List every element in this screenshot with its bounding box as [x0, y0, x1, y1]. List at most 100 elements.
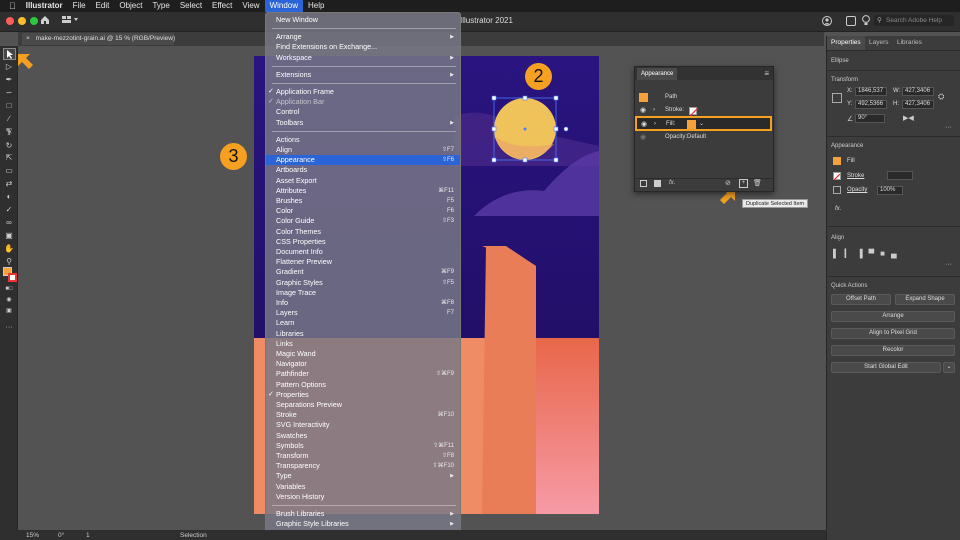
window-menu-item-layers[interactable]: Layers F7 — [266, 308, 460, 318]
artboard-number[interactable]: 1 — [86, 532, 90, 539]
expand-chevron-icon[interactable]: › — [654, 118, 656, 131]
start-global-edit-button[interactable]: Start Global Edit — [831, 362, 941, 373]
opacity-label[interactable]: Opacity — [847, 187, 867, 193]
stroke-label[interactable]: Stroke — [847, 173, 864, 179]
window-menu-item-info[interactable]: Info ⌘F8 — [266, 298, 460, 308]
window-menu-item-transparency[interactable]: Transparency ⇧⌘F10 — [266, 461, 460, 471]
fill-color-swatch[interactable] — [687, 120, 696, 129]
add-new-fill-icon[interactable] — [654, 180, 661, 187]
reference-point-icon[interactable] — [832, 93, 842, 103]
chevron-down-icon[interactable]: ⌄ — [699, 118, 704, 131]
user-icon[interactable] — [822, 16, 832, 26]
appearance-path-row[interactable]: Path — [635, 91, 773, 104]
align-icons-row[interactable]: ▌▎▐▀■▄ — [833, 249, 903, 258]
close-tab-icon[interactable]: × — [26, 35, 30, 42]
recolor-button[interactable]: Recolor — [831, 345, 955, 356]
workspace-layout-icon[interactable] — [62, 16, 78, 24]
menu-view[interactable]: View — [237, 0, 264, 12]
menu-illustrator[interactable]: Illustrator — [21, 0, 68, 12]
h-field[interactable]: 427,3406 — [902, 100, 934, 109]
tab-libraries[interactable]: Libraries — [893, 36, 926, 50]
window-menu-item-magic-wand[interactable]: Magic Wand — [266, 349, 460, 359]
stroke-weight-field[interactable] — [887, 171, 913, 180]
add-effect-fx[interactable]: fx. — [669, 180, 675, 186]
w-field[interactable]: 427,3406 — [902, 87, 934, 96]
drawing-mode-icon[interactable]: ◉ — [4, 296, 14, 305]
window-menu-item-stroke[interactable]: Stroke ⌘F10 — [266, 410, 460, 420]
window-menu-item-actions[interactable]: Actions — [266, 135, 460, 145]
menu-file[interactable]: File — [68, 0, 91, 12]
bbox-handle[interactable] — [522, 95, 528, 101]
flip-horizontal-icon[interactable]: ▶◀ — [903, 114, 914, 122]
eraser-tool[interactable]: ▭ — [4, 166, 14, 175]
bbox-handle[interactable] — [553, 126, 559, 132]
angle-field[interactable]: 90° — [855, 114, 885, 123]
menu-effect[interactable]: Effect — [207, 0, 237, 12]
window-menu-item-separations-preview[interactable]: Separations Preview — [266, 400, 460, 410]
menu-select[interactable]: Select — [175, 0, 207, 12]
panel-menu-icon[interactable]: ≡ — [764, 69, 769, 78]
document-tab[interactable]: × make-mezzotint-grain.ai @ 15 % (RGB/Pr… — [22, 33, 175, 45]
opacity-field[interactable]: 100% — [877, 186, 903, 195]
eyedropper-tool[interactable]: ✓ — [4, 205, 14, 214]
window-menu-item-gradient[interactable]: Gradient ⌘F9 — [266, 267, 460, 277]
global-edit-options-button[interactable]: ⌄ — [943, 362, 955, 373]
window-menu-item-libraries[interactable]: Libraries — [266, 329, 460, 339]
window-menu-item-version-history[interactable]: Version History — [266, 492, 460, 502]
window-menu-item-find-extensions-on-exchange[interactable]: Find Extensions on Exchange... — [266, 42, 460, 52]
more-options-icon[interactable]: ··· — [945, 261, 952, 268]
help-search-input[interactable]: ⚲ Search Adobe Help — [874, 15, 954, 26]
window-menu-item-links[interactable]: Links — [266, 339, 460, 349]
tab-layers[interactable]: Layers — [865, 36, 893, 50]
stroke-swatch[interactable] — [833, 172, 841, 181]
window-menu-item-type[interactable]: Type ▶ — [266, 471, 460, 481]
screen-mode-icon[interactable]: ▣ — [4, 307, 14, 316]
window-menu-item-artboards[interactable]: Artboards — [266, 165, 460, 175]
window-menu-item-navigator[interactable]: Navigator — [266, 359, 460, 369]
window-menu-item-properties[interactable]: ✓ Properties — [266, 390, 460, 400]
window-menu-item-color-themes[interactable]: Color Themes — [266, 227, 460, 237]
align-to-pixel-grid-button[interactable]: Align to Pixel Grid — [831, 328, 955, 339]
bbox-handle[interactable] — [491, 95, 497, 101]
hand-tool[interactable]: ✋ — [4, 244, 14, 253]
artboard-tool[interactable]: ▣ — [4, 231, 14, 240]
menu-edit[interactable]: Edit — [91, 0, 115, 12]
menu-type[interactable]: Type — [147, 0, 174, 12]
clear-appearance-icon[interactable]: ⊘ — [725, 179, 731, 187]
window-menu-item-attributes[interactable]: Attributes ⌘F11 — [266, 186, 460, 196]
fill-swatch[interactable] — [833, 157, 841, 165]
constrain-proportions-icon[interactable]: ⛭ — [938, 92, 944, 102]
stroke-color-swatch[interactable] — [8, 273, 17, 282]
type-tool[interactable]: T — [4, 128, 14, 137]
visibility-eye-icon[interactable]: ◉ — [640, 131, 646, 144]
appearance-opacity-row[interactable]: ◉ Opacity: Default — [635, 131, 773, 144]
minimize-window-button[interactable] — [18, 17, 26, 25]
appearance-panel-tab[interactable]: Appearance — [637, 68, 678, 80]
edit-toolbar-icon[interactable]: ··· — [4, 323, 14, 332]
arrange-button[interactable]: Arrange — [831, 311, 955, 322]
stroke-none-swatch[interactable] — [689, 107, 699, 117]
window-menu-item-application-bar[interactable]: ✓ Application Bar — [266, 97, 460, 107]
paintbrush-tool[interactable]: ∕ — [4, 114, 14, 123]
window-menu-item-learn[interactable]: Learn — [266, 318, 460, 328]
window-menu-item-swatches[interactable]: Swatches — [266, 431, 460, 441]
window-menu-item-symbols[interactable]: Symbols ⇧⌘F11 — [266, 441, 460, 451]
expand-shape-button[interactable]: Expand Shape — [895, 294, 955, 305]
window-menu-item-arrange[interactable]: Arrange ▶ — [266, 32, 460, 42]
curvature-tool[interactable]: ∽ — [4, 88, 14, 97]
bbox-handle[interactable] — [553, 95, 559, 101]
window-menu-item-color-guide[interactable]: Color Guide ⇧F3 — [266, 216, 460, 226]
direct-selection-tool[interactable]: ▷ — [4, 62, 14, 71]
fx-label[interactable]: fx. — [835, 206, 841, 212]
window-menu-item-application-frame[interactable]: ✓ Application Frame — [266, 87, 460, 97]
more-options-icon[interactable]: ··· — [945, 124, 952, 131]
window-menu-item-appearance[interactable]: Appearance ⇧F6 — [266, 155, 460, 166]
window-menu-item-document-info[interactable]: Document Info — [266, 247, 460, 257]
window-menu-item-graphic-style-libraries[interactable]: Graphic Style Libraries ▶ — [266, 519, 460, 529]
window-menu-item-flattener-preview[interactable]: Flattener Preview — [266, 257, 460, 267]
bbox-handle[interactable] — [522, 157, 528, 163]
shape-builder-tool[interactable]: ◐ — [4, 192, 14, 201]
add-new-stroke-icon[interactable] — [640, 180, 647, 187]
rotation-value[interactable]: 0° — [58, 532, 64, 539]
window-menu-item-align[interactable]: Align ⇧F7 — [266, 145, 460, 155]
